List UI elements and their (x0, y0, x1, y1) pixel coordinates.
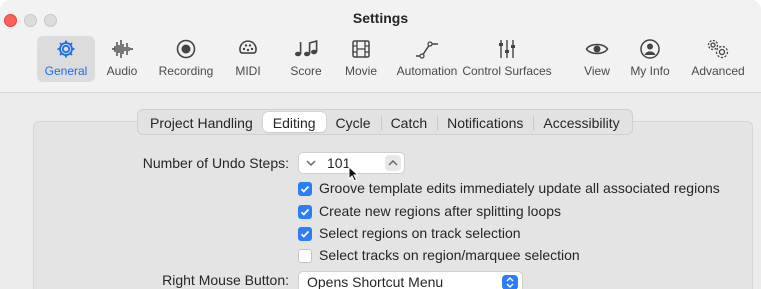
create-regions-checkbox[interactable] (298, 205, 312, 219)
toolbar-item-audio[interactable]: Audio (102, 36, 142, 82)
toolbar-label-my-info: My Info (630, 64, 670, 78)
toolbar-item-score[interactable]: Score (286, 36, 326, 82)
automation-curve-icon (414, 36, 440, 62)
toolbar-label-view: View (584, 64, 610, 78)
record-icon (175, 36, 197, 62)
title-bar: Settings General Audio Recording MIDI Sc… (0, 0, 761, 93)
popup-arrows-icon (502, 275, 518, 289)
toolbar-label-recording: Recording (158, 64, 214, 78)
undo-steps-value: 101 (327, 155, 351, 171)
groove-template-checkbox[interactable] (298, 182, 312, 196)
tab-cycle[interactable]: Cycle (326, 112, 381, 132)
select-regions-checkbox[interactable] (298, 227, 312, 241)
toolbar-item-control-surfaces[interactable]: Control Surfaces (452, 36, 562, 82)
toolbar-item-my-info[interactable]: My Info (624, 36, 676, 82)
eye-icon (585, 36, 609, 62)
toolbar-label-midi: MIDI (235, 64, 261, 78)
toolbar-item-movie[interactable]: Movie (341, 36, 381, 82)
person-icon (639, 36, 661, 62)
notes-icon (293, 36, 319, 62)
tab-accessibility[interactable]: Accessibility (533, 112, 629, 132)
faders-icon (496, 36, 518, 62)
select-tracks-checkbox[interactable] (298, 249, 312, 263)
toolbar-item-view[interactable]: View (577, 36, 617, 82)
mouse-cursor-icon (348, 165, 360, 187)
groove-template-label: Groove template edits immediately update… (319, 180, 720, 196)
toolbar-label-audio: Audio (106, 64, 138, 78)
toolbar-item-recording[interactable]: Recording (156, 36, 216, 82)
toolbar-item-general[interactable]: General (37, 36, 95, 82)
tab-editing[interactable]: Editing (262, 112, 326, 132)
toolbar-label-score: Score (290, 64, 322, 78)
checkmark-icon (300, 208, 310, 216)
gears-icon (705, 36, 731, 62)
midi-connector-icon (237, 36, 259, 62)
toolbar-item-midi[interactable]: MIDI (230, 36, 266, 82)
toolbar-label-general: General (44, 64, 88, 78)
select-tracks-label: Select tracks on region/marquee selectio… (319, 247, 580, 263)
toolbar-item-automation[interactable]: Automation (394, 36, 460, 82)
chevron-up-icon (388, 160, 398, 166)
checkmark-icon (300, 185, 310, 193)
right-mouse-value: Opens Shortcut Menu (307, 274, 444, 289)
create-regions-label: Create new regions after splitting loops (319, 203, 562, 219)
waveform-icon (111, 36, 133, 62)
toolbar-label-automation: Automation (396, 64, 458, 78)
tab-project-handling[interactable]: Project Handling (140, 112, 263, 132)
toolbar-item-advanced[interactable]: Advanced (688, 36, 748, 82)
checkmark-icon (300, 230, 310, 238)
right-mouse-label: Right Mouse Button: (162, 272, 289, 288)
select-regions-label: Select regions on track selection (319, 225, 521, 241)
settings-tabs: Project Handling Editing Cycle Catch Not… (137, 109, 633, 135)
tab-notifications[interactable]: Notifications (437, 112, 533, 132)
window-title: Settings (352, 10, 409, 26)
film-icon (350, 36, 372, 62)
toolbar-label-control-surfaces: Control Surfaces (462, 64, 552, 78)
toolbar-label-advanced: Advanced (691, 64, 745, 78)
right-mouse-popup[interactable]: Opens Shortcut Menu (298, 271, 523, 289)
gear-icon (55, 36, 77, 62)
decrement-button[interactable] (303, 155, 319, 171)
increment-button[interactable] (385, 155, 401, 171)
chevron-down-icon (306, 160, 316, 166)
settings-window: Settings General Audio Recording MIDI Sc… (0, 0, 761, 289)
tab-catch[interactable]: Catch (380, 112, 438, 132)
toolbar-label-movie: Movie (344, 64, 377, 78)
undo-steps-label: Number of Undo Steps: (142, 155, 289, 171)
